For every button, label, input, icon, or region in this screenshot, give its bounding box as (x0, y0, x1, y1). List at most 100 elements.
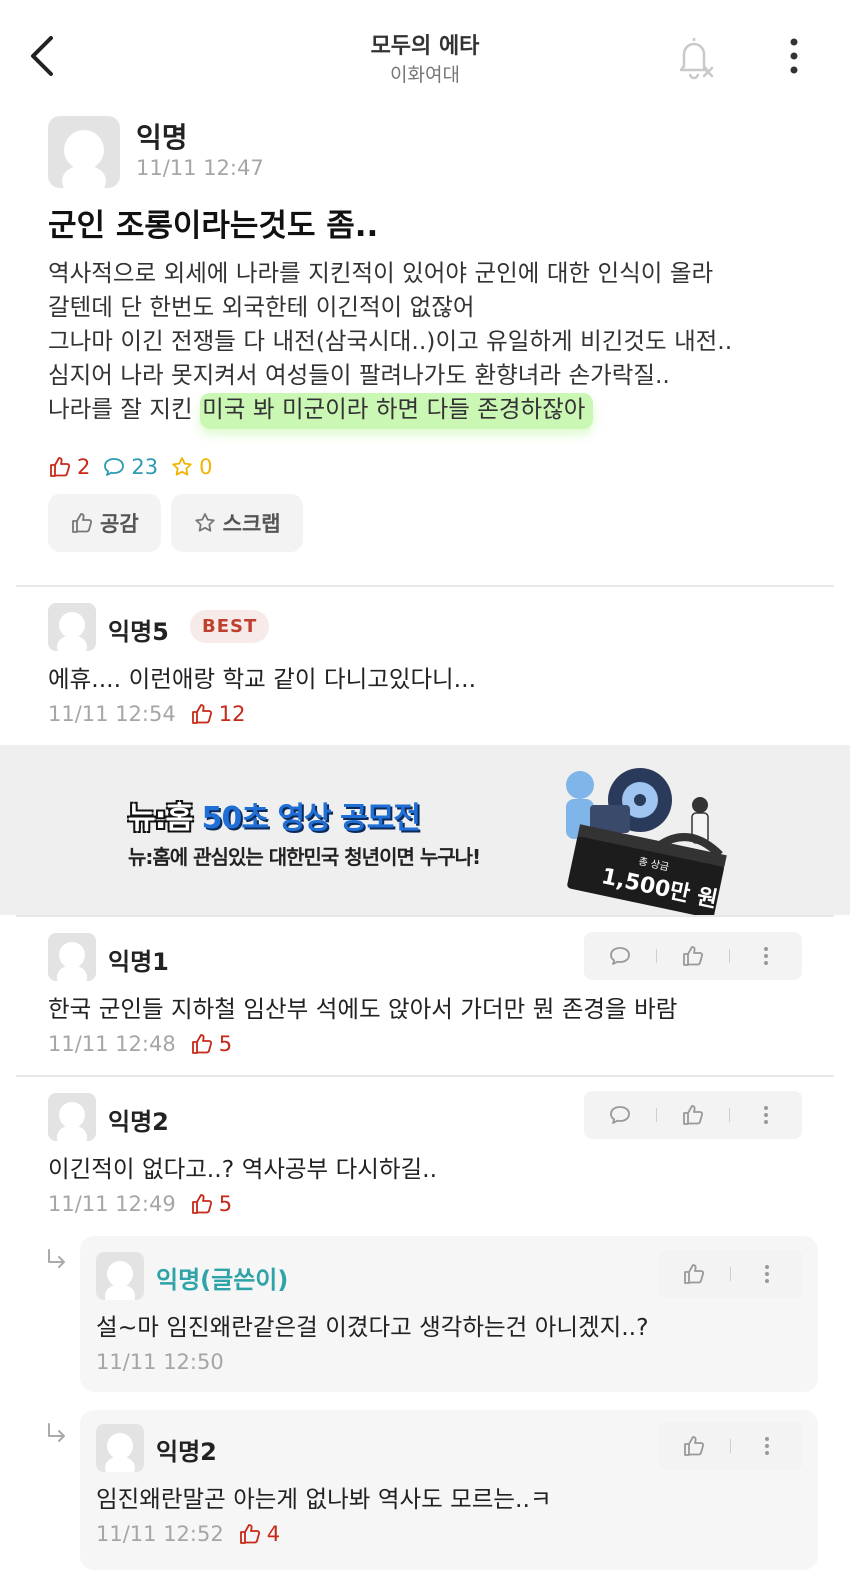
thumbs-up-icon (191, 1034, 212, 1054)
reply-toolbar (658, 1422, 803, 1470)
reply-like-button[interactable] (658, 1422, 730, 1470)
avatar-placeholder-icon (105, 1433, 135, 1472)
post-body-line-start: 나라를 잘 지킨 (48, 395, 201, 423)
comment-avatar (48, 933, 96, 981)
like-button-label: 공감 (100, 512, 139, 536)
scrap-count: 0 (170, 455, 212, 479)
comment-bubble-icon (610, 1106, 630, 1124)
comment-avatar (48, 603, 96, 651)
comment-like-count: 5 (190, 1032, 232, 1056)
thumbs-up-icon (684, 1436, 705, 1456)
reply-like-count: 4 (238, 1522, 280, 1546)
comment-bubble-icon (610, 947, 630, 965)
reply-like-value: 4 (266, 1522, 281, 1546)
comment-more-button[interactable] (730, 1091, 802, 1139)
post-body-line: 나라를 잘 지킨 미국 봐 미군이라 하면 다들 존경하잖아 (48, 392, 828, 429)
like-button[interactable]: 공감 (48, 494, 161, 552)
post-body-line: 심지어 나라 못지켜서 여성들이 팔려나가도 환향녀라 손가락질.. (48, 361, 670, 389)
comment-like-button[interactable] (657, 1091, 729, 1139)
avatar-placeholder-icon (62, 130, 106, 188)
bell-off-icon (679, 38, 714, 80)
app-header: 모두의 에타 이화여대 (0, 0, 850, 110)
comment-more-button[interactable] (730, 932, 802, 980)
post-title: 군인 조롱이라는것도 좀.. (48, 208, 379, 244)
comment-time: 11/11 12:49 (48, 1192, 176, 1216)
avatar-placeholder-icon (57, 942, 87, 981)
best-badge: BEST (190, 610, 270, 643)
ad-subtitle: 뉴:홈에 관심있는 대한민국 청년이면 누구나! (128, 845, 481, 869)
comment-toolbar (584, 1091, 802, 1139)
divider (16, 915, 834, 917)
ad-title-brand: 뉴:홈 (128, 801, 193, 836)
thumbs-up-icon (191, 1194, 212, 1214)
more-vertical-icon (765, 1265, 769, 1283)
comment-like-value: 12 (218, 702, 246, 726)
reply-author: 익명2 (156, 1438, 217, 1466)
scrap-button-label: 스크랩 (222, 512, 281, 536)
comment-like-count: 5 (190, 1192, 232, 1216)
thumbs-up-icon (50, 457, 71, 477)
star-icon (172, 457, 192, 476)
reply-more-button[interactable] (731, 1422, 803, 1470)
more-vertical-icon (764, 1106, 768, 1124)
post-actions: 공감 스크랩 (48, 494, 303, 552)
comment-toolbar (584, 932, 802, 980)
divider (16, 1075, 834, 1077)
reply-arrow-icon (46, 1422, 68, 1450)
like-count-value: 2 (77, 455, 91, 479)
like-count: 2 (48, 455, 90, 479)
comment-like-count: 12 (190, 702, 246, 726)
avatar-placeholder-icon (57, 1102, 87, 1141)
comment-like-value: 5 (218, 1192, 233, 1216)
star-icon (194, 513, 215, 532)
comment-time: 11/11 12:48 (48, 1032, 176, 1056)
thumbs-up-icon (683, 1105, 704, 1125)
reply-body: 설~마 임진왜란같은걸 이겼다고 생각하는건 아니겠지..? (96, 1313, 649, 1341)
reply-author-op: 익명(글쓴이) (156, 1266, 289, 1294)
reply-item: 익명(글쓴이) 설~마 임진왜란같은걸 이겼다고 생각하는건 아니겠지..? 1… (80, 1236, 818, 1392)
ad-title: 뉴:홈 50초 영상 공모전 (128, 793, 421, 837)
reply-toolbar (658, 1250, 803, 1298)
post-stats: 2 23 0 (48, 452, 212, 482)
thumbs-up-icon (239, 1524, 260, 1544)
comment-time: 11/11 12:54 (48, 702, 176, 726)
thumbs-up-icon (191, 704, 212, 724)
reply-button[interactable] (584, 1091, 656, 1139)
highlighted-text: 미국 봐 미군이라 하면 다들 존경하잖아 (200, 393, 594, 429)
comment-author: 익명1 (108, 948, 169, 976)
thumbs-up-icon (684, 1264, 705, 1284)
more-vertical-icon (765, 1437, 769, 1455)
post-time: 11/11 12:47 (136, 156, 264, 180)
ad-banner[interactable]: 뉴:홈 50초 영상 공모전 뉴:홈에 관심있는 대한민국 청년이면 누구나! … (0, 745, 850, 915)
divider (16, 585, 834, 587)
reply-like-button[interactable] (658, 1250, 730, 1298)
more-vertical-icon (790, 38, 798, 74)
scrap-button[interactable]: 스크랩 (170, 494, 303, 552)
avatar-placeholder-icon (57, 612, 87, 651)
comment-meta: 11/11 12:48 5 (48, 1032, 232, 1056)
post-author-avatar (48, 116, 120, 188)
reply-button[interactable] (584, 932, 656, 980)
notification-toggle-button[interactable] (672, 34, 720, 82)
comment-meta: 11/11 12:49 5 (48, 1192, 232, 1216)
comment-count: 23 (102, 455, 158, 479)
comment-count-value: 23 (131, 455, 159, 479)
board-title: 모두의 에타 (370, 34, 480, 59)
reply-body: 임진왜란말곤 아는게 없나봐 역사도 모르는..ㅋ (96, 1485, 552, 1513)
more-options-button[interactable] (774, 34, 814, 78)
reply-time: 11/11 12:52 (96, 1522, 224, 1546)
thumbs-up-icon (683, 946, 704, 966)
reply-more-button[interactable] (731, 1250, 803, 1298)
post-body-line: 그나마 이긴 전쟁들 다 내전(삼국시대..)이고 유일하게 비긴것도 내전.. (48, 327, 733, 355)
reply-arrow-icon (46, 1248, 68, 1276)
post-body-line: 역사적으로 외세에 나라를 지킨적이 있어야 군인에 대한 인식이 올라 (48, 259, 714, 287)
comment-like-value: 5 (218, 1032, 233, 1056)
comment-body: 에휴.... 이런애랑 학교 같이 다니고있다니... (48, 665, 477, 693)
scrap-count-value: 0 (199, 455, 213, 479)
school-name: 이화여대 (390, 64, 460, 86)
reply-avatar (96, 1252, 144, 1300)
comment-avatar (48, 1093, 96, 1141)
post-body: 역사적으로 외세에 나라를 지킨적이 있어야 군인에 대한 인식이 올라 갈텐데… (48, 256, 828, 429)
comment-author: 익명5 (108, 618, 169, 646)
comment-like-button[interactable] (657, 932, 729, 980)
